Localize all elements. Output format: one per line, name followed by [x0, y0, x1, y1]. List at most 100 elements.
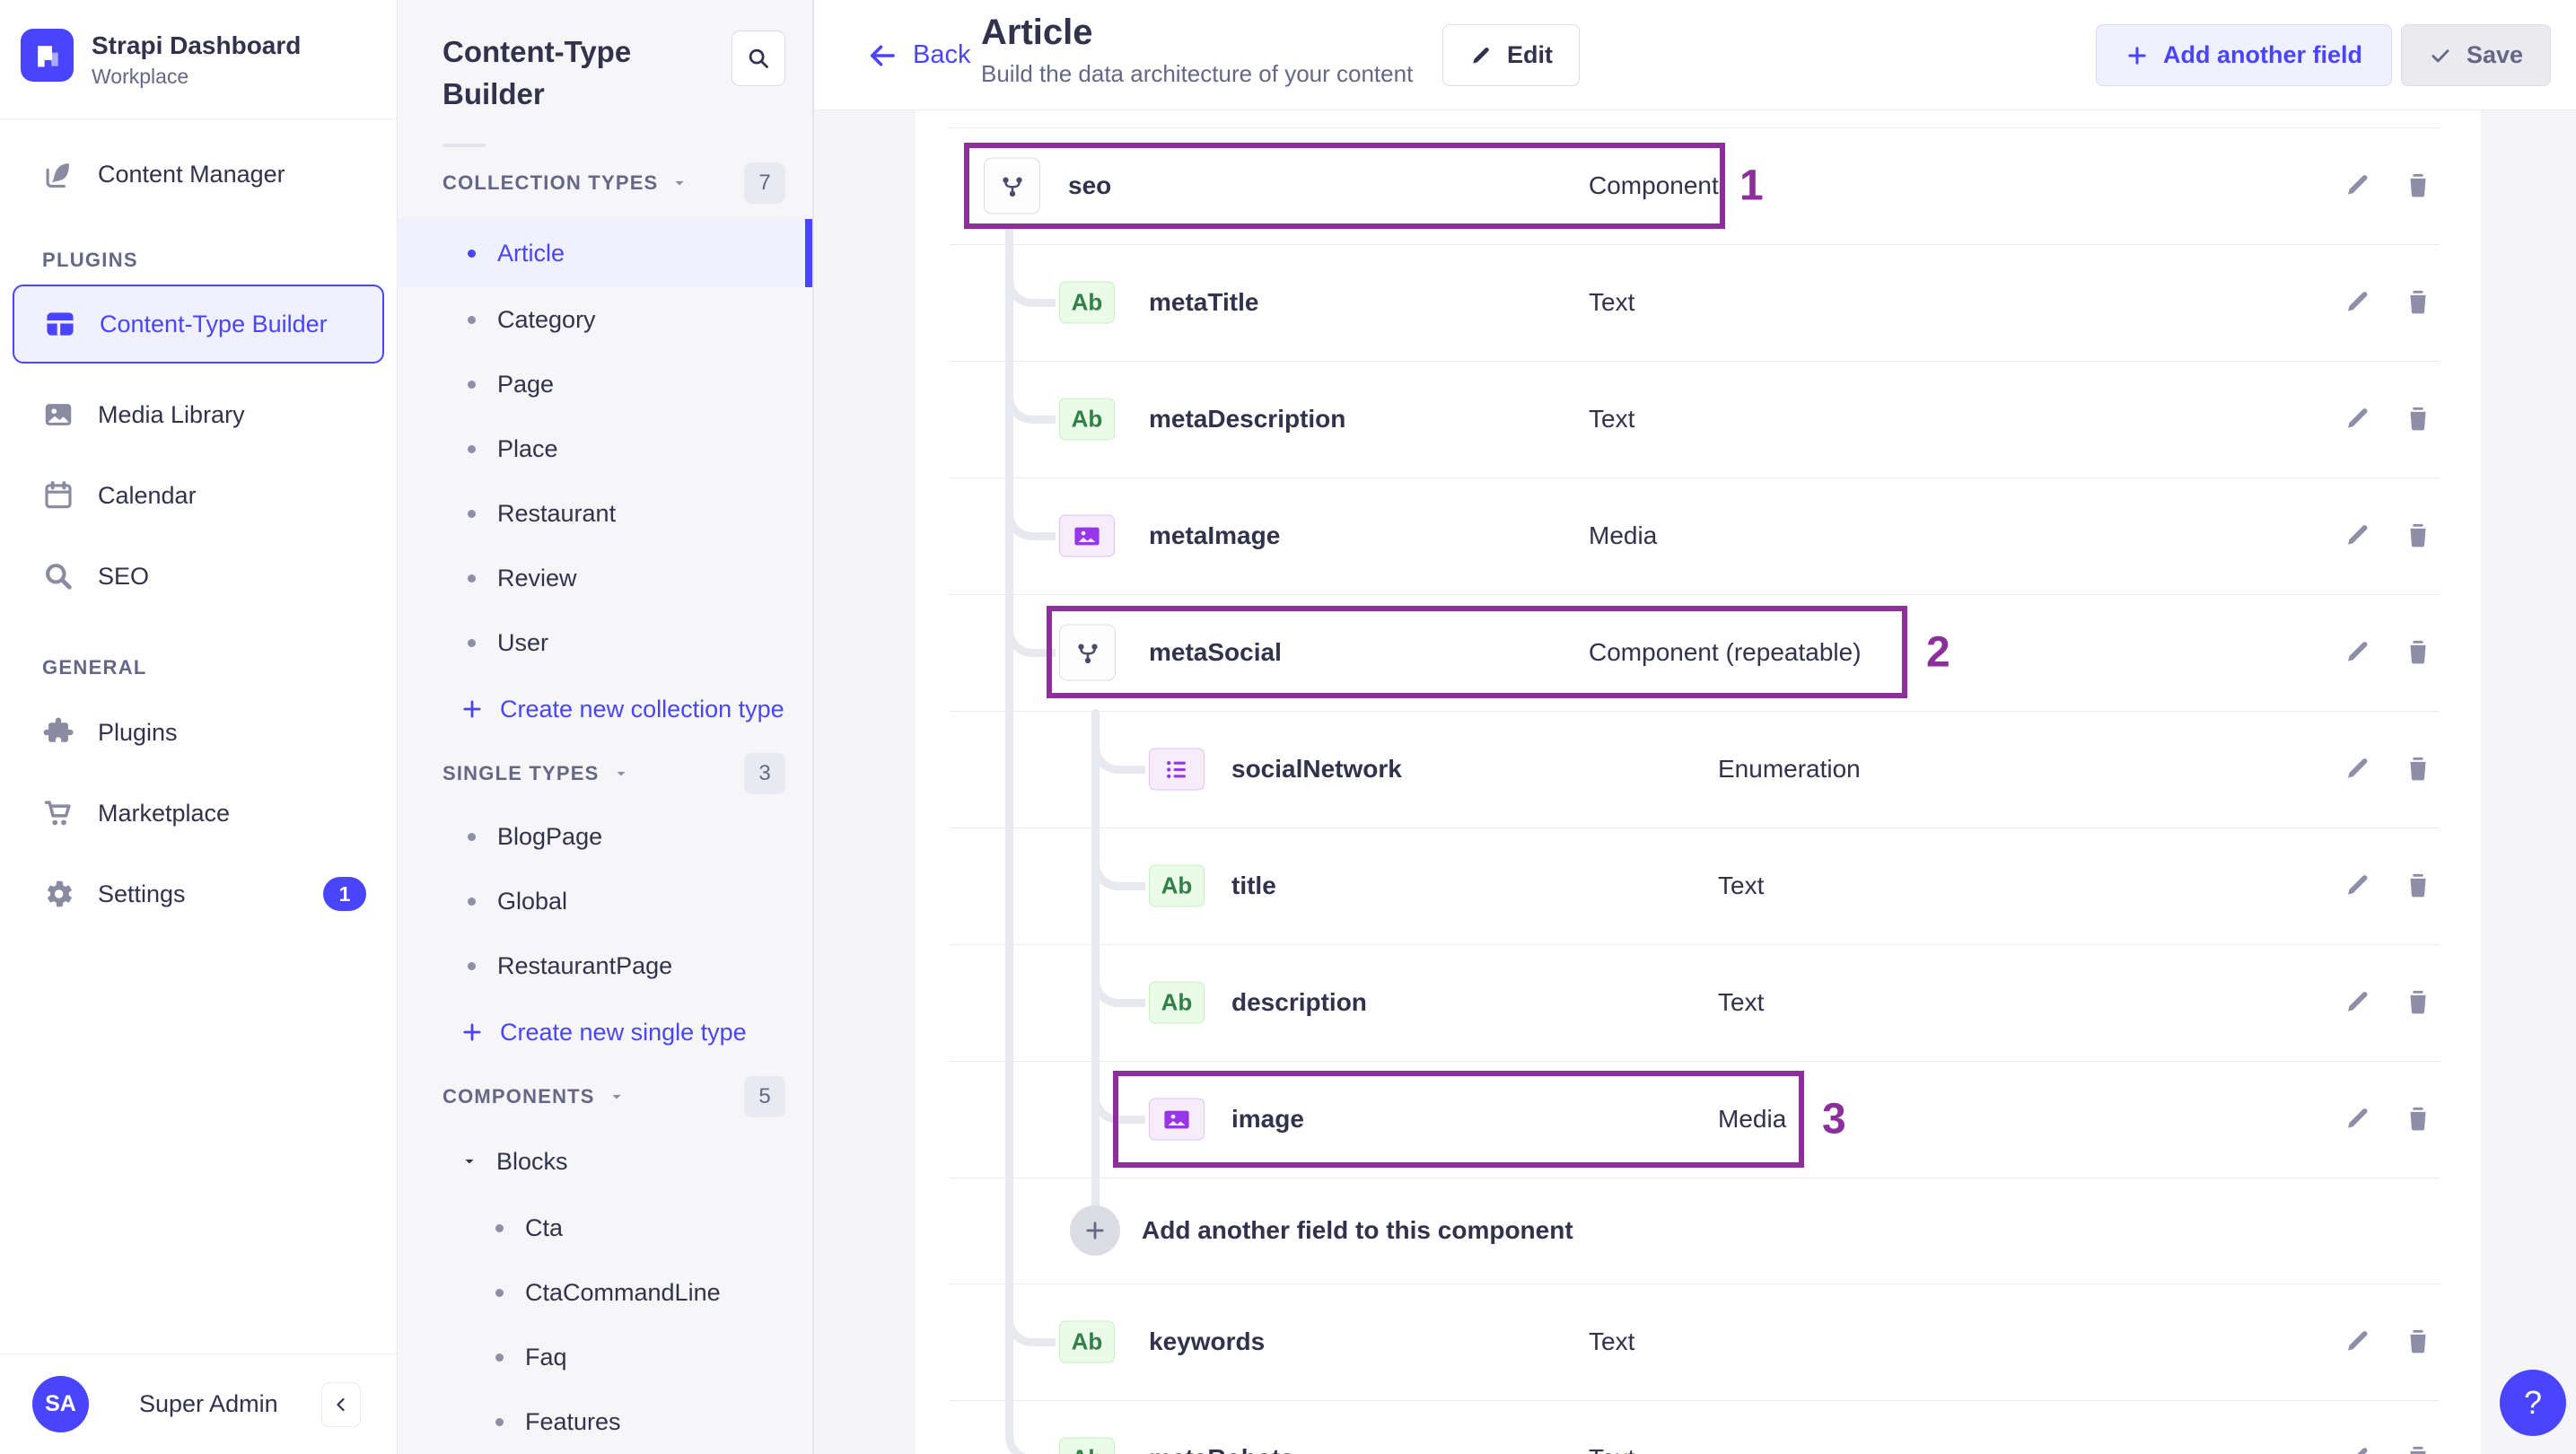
edit-button[interactable]: Edit: [1442, 24, 1580, 86]
field-row-metadescription: Ab metaDescription Text: [916, 361, 2481, 477]
edit-field-button[interactable]: [2341, 636, 2373, 669]
sidebar-item-marketplace[interactable]: Marketplace: [0, 773, 397, 854]
brand-text: Strapi Dashboard Workplace: [92, 29, 301, 89]
media-library-icon: [40, 397, 76, 433]
row-actions: [2341, 636, 2434, 669]
nav-label: Settings: [98, 880, 186, 907]
edit-pencil-icon: [2348, 1108, 2368, 1128]
delete-field-button[interactable]: [2402, 753, 2434, 785]
edit-pencil-icon: [2348, 292, 2368, 311]
type-item-label: Review: [497, 564, 577, 591]
delete-field-button[interactable]: [2402, 403, 2434, 435]
field-name: image: [1231, 1105, 1304, 1133]
type-item-label: User: [497, 628, 549, 656]
sidebar-item-content-type-builder[interactable]: Content-Type Builder: [13, 285, 384, 364]
component-group-blocks[interactable]: Blocks: [398, 1127, 812, 1196]
type-item-restaurant[interactable]: Restaurant: [398, 481, 812, 546]
edit-field-button[interactable]: [2341, 1326, 2373, 1358]
edit-field-button[interactable]: [2341, 986, 2373, 1019]
component-item-cta[interactable]: Cta: [398, 1196, 812, 1260]
type-item-global[interactable]: Global: [398, 869, 812, 933]
delete-field-button[interactable]: [2402, 520, 2434, 552]
type-item-article[interactable]: Article: [398, 219, 812, 287]
field-name: seo: [1068, 171, 1112, 199]
plugins-puzzle-icon: [40, 714, 76, 750]
edit-label: Edit: [1507, 41, 1553, 68]
sidebar-item-plugins[interactable]: Plugins: [0, 692, 397, 773]
caret-down-icon: [675, 180, 685, 186]
back-link[interactable]: Back: [866, 0, 970, 110]
collapse-sidebar-button[interactable]: [321, 1381, 361, 1427]
edit-field-button[interactable]: [2341, 1103, 2373, 1135]
action-create-new-single-type[interactable]: Create new single type: [398, 998, 812, 1066]
delete-field-button[interactable]: [2402, 170, 2434, 202]
edit-field-button[interactable]: [2341, 520, 2373, 552]
type-item-restaurantpage[interactable]: RestaurantPage: [398, 933, 812, 998]
workspace-brand[interactable]: Strapi Dashboard Workplace: [0, 0, 397, 119]
action-create-new-collection-type[interactable]: Create new collection type: [398, 675, 812, 743]
bullet-icon: [468, 444, 476, 453]
delete-field-button[interactable]: [2402, 870, 2434, 902]
sidebar-item-calendar[interactable]: Calendar: [0, 455, 397, 536]
field-type: Text: [1589, 288, 1635, 316]
sidebar-item-media-library[interactable]: Media Library: [0, 374, 397, 455]
text-field-icon: Ab: [1149, 864, 1205, 907]
field-name: metaDescription: [1149, 405, 1346, 433]
type-item-review[interactable]: Review: [398, 546, 812, 610]
edit-field-button[interactable]: [2341, 403, 2373, 435]
type-item-place[interactable]: Place: [398, 416, 812, 481]
component-item-ctacommandline[interactable]: CtaCommandLine: [398, 1260, 812, 1325]
delete-field-button[interactable]: [2402, 1442, 2434, 1454]
edit-field-button[interactable]: [2341, 170, 2373, 202]
type-item-page[interactable]: Page: [398, 352, 812, 416]
sidebar-item-seo[interactable]: SEO: [0, 536, 397, 617]
type-item-category[interactable]: Category: [398, 287, 812, 352]
sidebar-item-settings[interactable]: Settings 1: [0, 854, 397, 934]
edit-field-button[interactable]: [2341, 1442, 2373, 1454]
section-toggle-single-types[interactable]: SINGLE TYPES: [442, 762, 630, 785]
search-button[interactable]: [731, 31, 785, 86]
bullet-icon: [495, 1417, 504, 1426]
nav-label: Calendar: [98, 481, 197, 509]
edit-field-button[interactable]: [2341, 286, 2373, 319]
row-actions: [2341, 870, 2434, 902]
delete-field-button[interactable]: [2402, 286, 2434, 319]
edit-pencil-icon: [2348, 875, 2368, 895]
seo-search-icon: [40, 558, 76, 594]
type-item-label: Article: [497, 239, 565, 267]
row-actions: [2341, 1103, 2434, 1135]
delete-field-button[interactable]: [2402, 1103, 2434, 1135]
trash-icon: [2410, 1446, 2426, 1454]
edit-field-button[interactable]: [2341, 870, 2373, 902]
nav-label: Media Library: [98, 400, 245, 428]
builder-sidebar-title: Content-Type Builder: [442, 35, 632, 110]
type-item-blogpage[interactable]: BlogPage: [398, 804, 812, 869]
settings-gear-icon: [40, 876, 76, 912]
sidebar-item-content-manager[interactable]: Content Manager: [0, 139, 397, 209]
trash-icon: [2410, 990, 2426, 1014]
row-actions: [2341, 403, 2434, 435]
save-button[interactable]: Save: [2400, 24, 2551, 86]
field-name: title: [1231, 872, 1276, 899]
component-item-faq[interactable]: Faq: [398, 1325, 812, 1389]
add-another-field-button[interactable]: Add another field: [2096, 24, 2392, 86]
type-item-user[interactable]: User: [398, 610, 812, 675]
nav-label: Plugins: [98, 718, 178, 746]
component-item-label: Cta: [525, 1213, 564, 1241]
delete-field-button[interactable]: [2402, 986, 2434, 1019]
group-label: Blocks: [496, 1147, 568, 1175]
type-item-label: BlogPage: [497, 822, 603, 850]
component-item-features[interactable]: Features: [398, 1389, 812, 1454]
section-toggle-collection-types[interactable]: COLLECTION TYPES: [442, 171, 688, 195]
field-row-keywords: Ab keywords Text: [916, 1283, 2481, 1400]
content-type-builder-icon: [42, 306, 78, 342]
help-button[interactable]: ?: [2500, 1370, 2566, 1436]
add-field-to-component-button[interactable]: [1070, 1205, 1120, 1256]
edit-field-button[interactable]: [2341, 753, 2373, 785]
delete-field-button[interactable]: [2402, 1326, 2434, 1358]
row-actions: [2341, 1326, 2434, 1358]
types-section-header: COLLECTION TYPES 7: [398, 147, 812, 219]
section-toggle-components[interactable]: COMPONENTS: [442, 1085, 626, 1108]
text-field-icon: Ab: [1059, 281, 1115, 324]
delete-field-button[interactable]: [2402, 636, 2434, 669]
